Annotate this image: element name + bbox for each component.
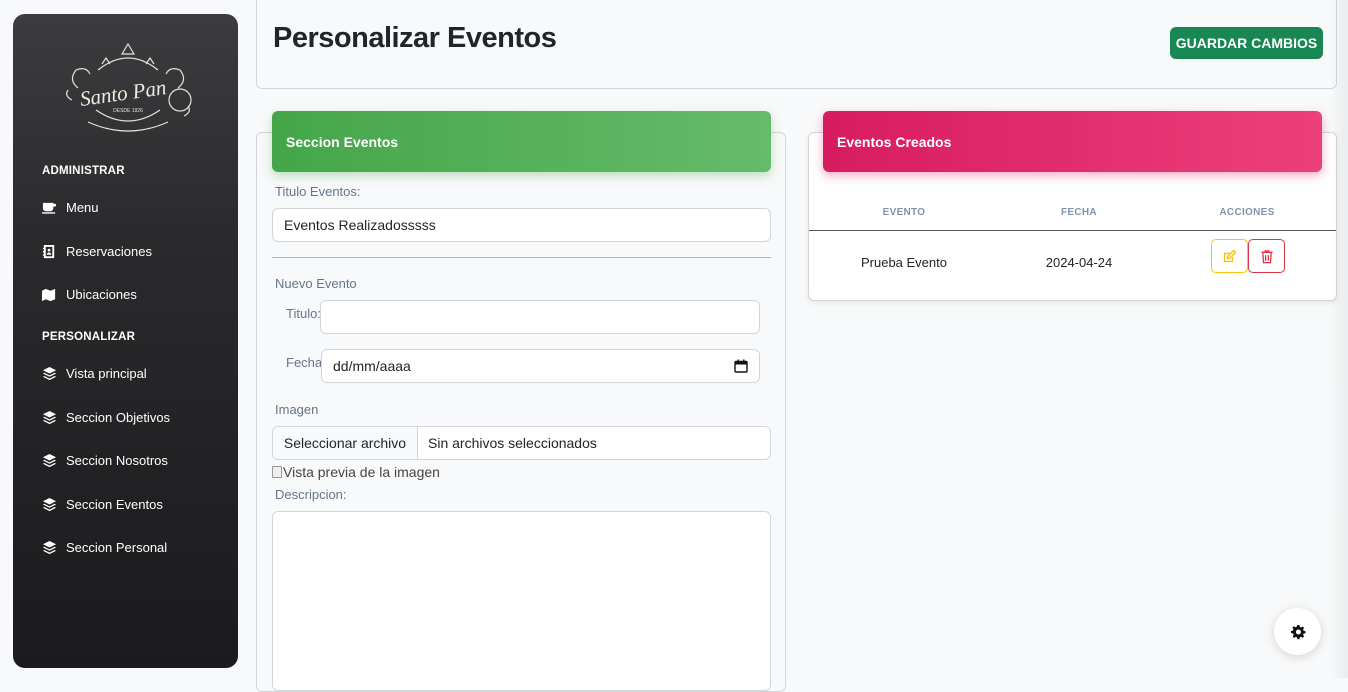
sidebar-item-label: Menu xyxy=(66,199,99,215)
calendar-icon[interactable] xyxy=(734,359,748,373)
sidebar-item-seccion-nosotros[interactable]: Seccion Nosotros xyxy=(41,449,168,471)
image-preview-alt: Vista previa de la imagen xyxy=(283,464,440,480)
sidebar-item-vista-principal[interactable]: Vista principal xyxy=(41,362,147,384)
section-title-administrar: ADMINISTRAR xyxy=(42,165,125,177)
sidebar-item-label: Vista principal xyxy=(66,365,147,381)
descripcion-label: Descripcion: xyxy=(275,487,347,502)
svg-text:DESDE 1926: DESDE 1926 xyxy=(113,108,143,114)
sidebar-item-seccion-personal[interactable]: Seccion Personal xyxy=(41,536,167,558)
sidebar-item-label: Ubicaciones xyxy=(66,286,137,302)
form-divider xyxy=(272,257,771,258)
address-book-icon xyxy=(41,243,57,259)
sidebar-item-label: Seccion Eventos xyxy=(66,496,163,512)
settings-button[interactable] xyxy=(1274,608,1321,655)
santo-pan-logo[interactable]: Santo Pan DESDE 1926 xyxy=(58,40,198,138)
titulo-eventos-input[interactable]: Eventos Realizadosssss xyxy=(272,208,771,242)
layers-icon xyxy=(41,452,57,468)
titulo-eventos-label: Titulo Eventos: xyxy=(275,184,361,199)
sidebar: Santo Pan DESDE 1926 ADMINISTRAR Menu Re… xyxy=(13,14,238,668)
column-header-fecha: FECHA xyxy=(1061,207,1097,218)
file-status-text: Sin archivos seleccionados xyxy=(428,435,597,451)
sidebar-item-seccion-objetivos[interactable]: Seccion Objetivos xyxy=(41,406,170,428)
section-title-personalizar: PERSONALIZAR xyxy=(42,331,136,343)
nuevo-evento-label: Nuevo Evento xyxy=(275,276,357,291)
image-preview: Vista previa de la imagen xyxy=(272,464,440,480)
select-file-button[interactable]: Seleccionar archivo xyxy=(273,427,418,459)
gear-icon xyxy=(1290,624,1305,639)
layers-icon xyxy=(41,409,57,425)
titulo-label: Titulo: xyxy=(286,306,321,321)
cell-fecha: 2024-04-24 xyxy=(1045,255,1113,270)
fecha-label: Fecha: xyxy=(286,355,326,370)
coffee-icon xyxy=(41,199,57,215)
events-section-card-header: Seccion Eventos xyxy=(272,111,771,172)
scroll-edge-shadow xyxy=(1330,0,1348,678)
sidebar-item-ubicaciones[interactable]: Ubicaciones xyxy=(41,283,137,305)
imagen-file-input[interactable]: Seleccionar archivo Sin archivos selecci… xyxy=(272,426,771,460)
fecha-date-input[interactable]: dd/mm/aaaa xyxy=(321,349,760,383)
save-changes-button[interactable]: GUARDAR CAMBIOS xyxy=(1170,27,1323,59)
sidebar-item-label: Seccion Objetivos xyxy=(66,409,171,425)
page-title: Personalizar Eventos xyxy=(273,22,557,54)
page-header: Personalizar Eventos GUARDAR CAMBIOS xyxy=(256,0,1337,89)
created-events-card-header: Eventos Creados xyxy=(823,111,1322,172)
broken-image-icon xyxy=(272,466,282,478)
sidebar-item-reservaciones[interactable]: Reservaciones xyxy=(41,240,152,262)
titulo-input[interactable] xyxy=(320,300,760,334)
sidebar-item-label: Seccion Nosotros xyxy=(66,452,168,468)
column-header-acciones: ACCIONES xyxy=(1219,207,1275,218)
edit-icon xyxy=(1223,248,1237,262)
edit-event-button[interactable] xyxy=(1211,239,1248,273)
map-icon xyxy=(41,286,57,302)
sidebar-item-menu[interactable]: Menu xyxy=(41,196,99,218)
layers-icon xyxy=(41,539,57,555)
trash-icon xyxy=(1260,249,1273,263)
fecha-placeholder: dd/mm/aaaa xyxy=(333,358,411,374)
layers-icon xyxy=(41,496,57,512)
layers-icon xyxy=(41,365,57,381)
descripcion-textarea[interactable] xyxy=(272,511,771,691)
imagen-label: Imagen xyxy=(275,402,319,417)
sidebar-item-label: Seccion Personal xyxy=(66,539,168,555)
table-header-divider xyxy=(809,230,1336,231)
delete-event-button[interactable] xyxy=(1248,239,1285,273)
column-header-evento: EVENTO xyxy=(882,207,926,218)
cell-evento: Prueba Evento xyxy=(860,255,947,270)
svg-text:Santo Pan: Santo Pan xyxy=(78,75,167,111)
sidebar-item-seccion-eventos[interactable]: Seccion Eventos xyxy=(41,493,163,515)
sidebar-item-label: Reservaciones xyxy=(66,243,152,259)
